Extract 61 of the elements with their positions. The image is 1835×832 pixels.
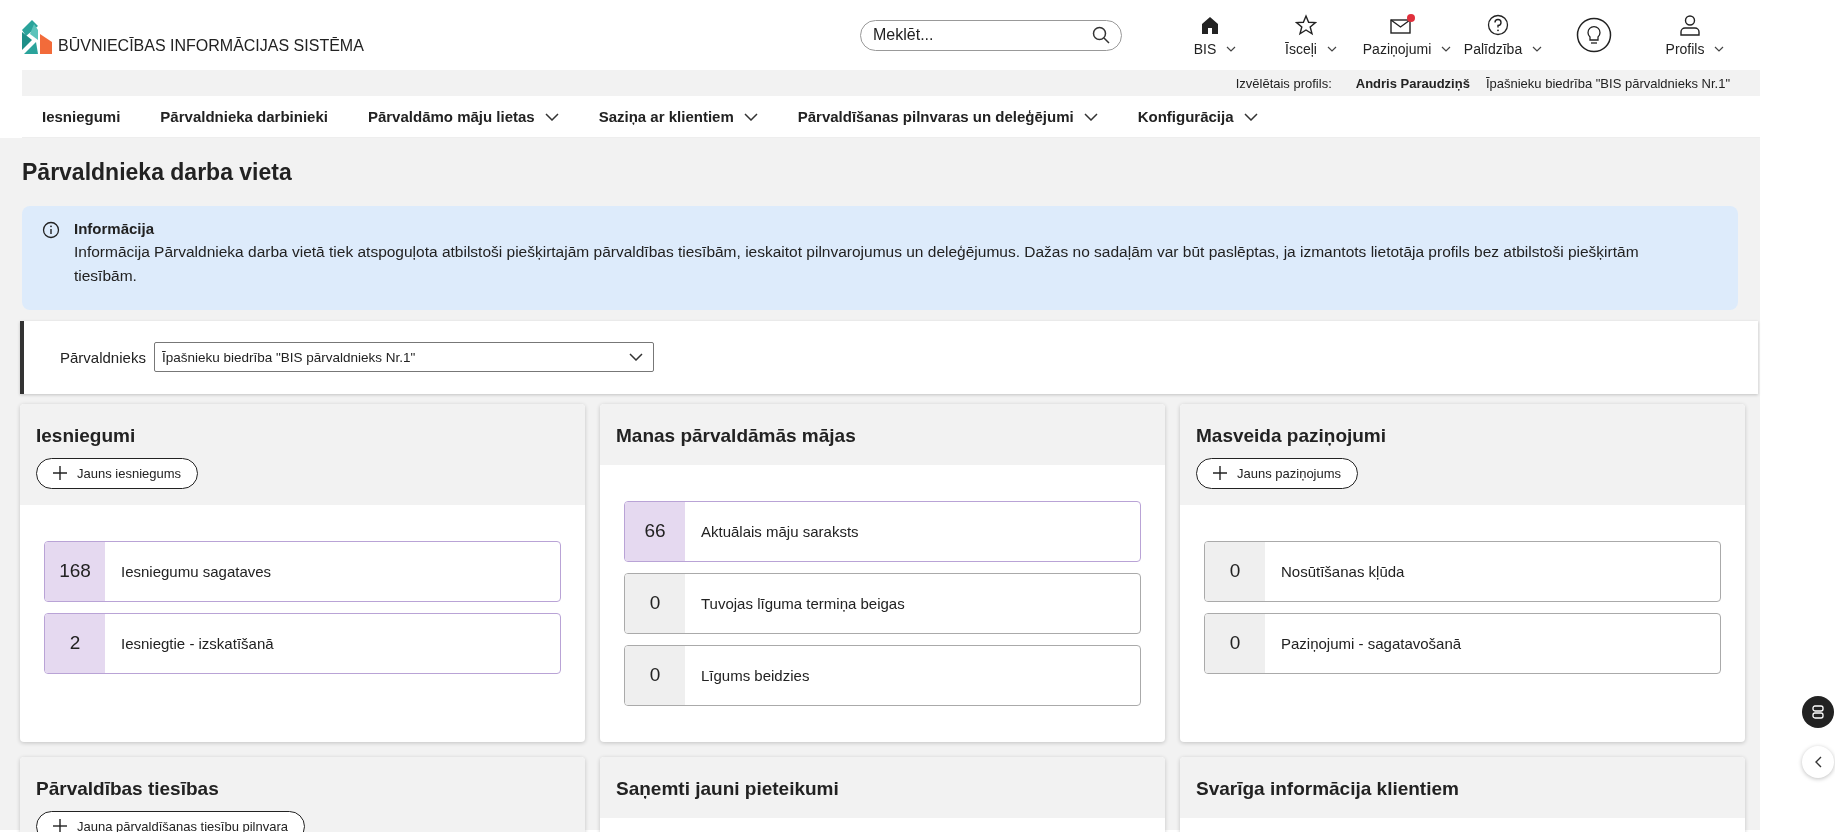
profile-label: Izvēlētais profils: (1235, 75, 1332, 91)
chevron-left-icon (1814, 756, 1822, 768)
count-tile[interactable]: 0 Paziņojumi - sagatavošanā (1204, 612, 1721, 674)
chevron-down-icon (1083, 112, 1098, 121)
toolbar-button[interactable]: Paziņojumi (1354, 5, 1450, 65)
chevron-down-icon (1226, 46, 1237, 52)
search-icon (1092, 25, 1110, 44)
toolbar-button[interactable]: Profils (1642, 5, 1738, 65)
caret-icon (628, 353, 643, 362)
nav-menu-item[interactable]: Pārvaldīšanas pilnvaras un deleģējumi (797, 104, 1098, 129)
collapse-button[interactable] (1802, 746, 1834, 778)
star-icon (1295, 14, 1317, 36)
card-title: Pārvaldības tiesības (36, 776, 219, 801)
toolbar-button[interactable]: Īsceļi (1258, 5, 1354, 65)
card-title: Manas pārvaldāmās mājas (616, 423, 856, 448)
card-title: Iesniegumi (36, 423, 136, 448)
toolbar-button[interactable]: Palīdzība (1450, 5, 1546, 65)
logo-icon (22, 20, 52, 54)
count-tile[interactable]: 168 Iesniegumu sagataves (44, 540, 561, 602)
info-text: Informācija Pārvaldnieka darba vietā tiek atspoguļota atbilstoši piešķirtajām pārvaldības tiesībām, ieskaitot pilnvarojumus un deleģējumus. Dažas no sadaļām var būt paslēptas, ja izmantots lietotāja profils bez atbilstoši piešķirtām tiesībām. (74, 241, 1640, 286)
info-icon (42, 220, 60, 239)
user-icon (1679, 14, 1701, 36)
new-button[interactable]: Jauns iesniegums (36, 457, 199, 489)
nav-menu-item[interactable]: Pārvaldāmo māju lietas (367, 104, 559, 129)
chevron-down-icon (1243, 112, 1258, 121)
count-tile[interactable]: 2 Iesniegtie - izskatīšanā (44, 612, 561, 674)
card-title: Masveida paziņojumi (1196, 423, 1387, 448)
lightbulb-icon (1576, 17, 1612, 53)
toolbar-button[interactable]: BIS (1162, 5, 1258, 65)
profile-name: Andris Paraudziņš (1355, 75, 1470, 91)
logo-text: BŪVNIECĪBAS INFORMĀCIJAS SISTĒMA (58, 38, 364, 54)
info-title: Informācija (74, 219, 156, 237)
page-title: Pārvaldnieka darba vieta (22, 158, 293, 187)
nav-menu-item[interactable]: Iesniegumi (42, 104, 121, 129)
chevron-down-icon (743, 112, 758, 121)
chat-button[interactable] (1802, 696, 1834, 728)
profile-organization: Īpašnieku biedrība "BIS pārvaldnieks Nr.1" (1485, 75, 1730, 91)
chevron-down-icon (1441, 46, 1452, 52)
chevron-down-icon (1326, 46, 1337, 52)
plus-icon (1213, 466, 1227, 481)
notification-dot (1407, 14, 1415, 22)
count-tile[interactable]: 0 Līgums beidzies (624, 644, 1141, 706)
chevron-down-icon (1532, 46, 1543, 52)
card-title: Svarīga informācija klientiem (1196, 776, 1459, 801)
card-title: Saņemti jauni pieteikumi (616, 776, 839, 801)
plus-icon (53, 819, 67, 832)
help-icon (1487, 14, 1509, 36)
manager-dropdown[interactable]: Īpašnieku biedrība "BIS pārvaldnieks Nr.1" (153, 342, 654, 373)
count-tile[interactable]: 0 Tuvojas līguma termiņa beigas (624, 572, 1141, 634)
nav-menu-item[interactable]: Saziņa ar klientiem (598, 104, 758, 129)
new-button[interactable]: Jauns paziņojums (1196, 457, 1359, 489)
count-tile[interactable]: 66 Aktuālais māju saraksts (624, 500, 1141, 562)
manager-label: Pārvaldnieks (60, 348, 146, 366)
search-field[interactable]: Meklēt... (860, 19, 1122, 51)
nav-menu-item[interactable]: Pārvaldnieka darbinieki (160, 104, 328, 129)
count-tile[interactable]: 0 Nosūtīšanas kļūda (1204, 540, 1721, 602)
plus-icon (53, 466, 67, 481)
chevron-down-icon (1714, 46, 1725, 52)
home-icon (1200, 15, 1220, 35)
chevron-down-icon (544, 112, 559, 121)
nav-menu-item[interactable]: Konfigurācija (1137, 104, 1258, 129)
